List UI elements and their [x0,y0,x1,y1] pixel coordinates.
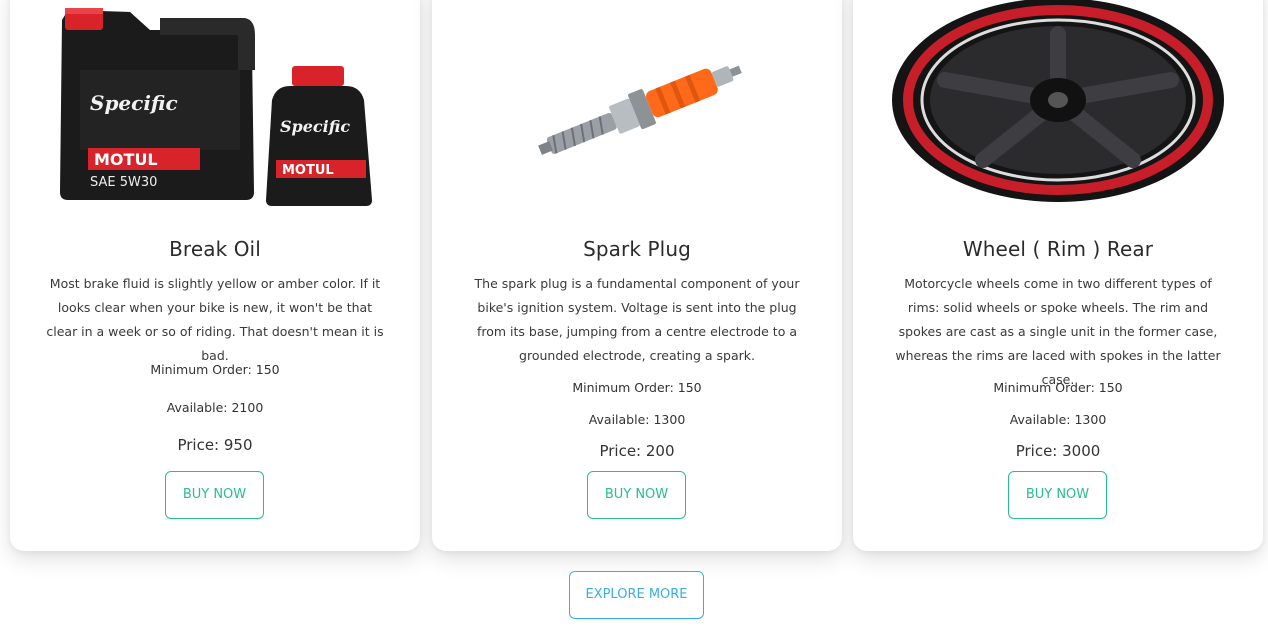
product-price: Price: 200 [599,442,675,460]
product-image: Specific MOTUL SAE 5W30 Specific MOTUL [10,0,420,210]
product-title: Break Oil [169,237,261,261]
product-price: Price: 3000 [1015,442,1101,460]
available-quantity: Available: 1300 [1009,412,1107,427]
svg-text:Specific: Specific [280,117,350,136]
svg-text:Specific: Specific [90,91,178,115]
minimum-order: Minimum Order: 150 [150,362,280,377]
product-price: Price: 950 [177,436,253,454]
minimum-order: Minimum Order: 150 [572,380,702,395]
buy-now-button[interactable]: BUY NOW [587,471,686,519]
product-card: Specific MOTUL SAE 5W30 Specific MOTUL B… [10,0,420,551]
explore-more-button[interactable]: EXPLORE MORE [569,571,704,619]
available-quantity: Available: 1300 [588,412,686,427]
spark-plug-image [538,65,742,155]
product-description: Motorcycle wheels come in two different … [895,276,1221,387]
available-quantity: Available: 2100 [166,400,264,415]
svg-text:SAE 5W30: SAE 5W30 [90,175,157,190]
product-title: Wheel ( Rim ) Rear [962,237,1154,261]
motorcycle-wheel-image [892,0,1224,202]
svg-text:MOTUL: MOTUL [94,150,158,169]
minimum-order: Minimum Order: 150 [993,380,1123,395]
product-image [853,0,1263,210]
product-image [432,0,842,210]
product-description: The spark plug is a fundamental componen… [474,276,800,363]
product-description: Most brake fluid is slightly yellow or a… [46,276,384,363]
product-card: Spark Plug The spark plug is a fundament… [432,0,842,551]
buy-now-button[interactable]: BUY NOW [165,471,264,519]
svg-text:MOTUL: MOTUL [282,163,334,178]
product-title: Spark Plug [583,237,691,261]
product-card: Wheel ( Rim ) Rear Motorcycle wheels com… [853,0,1263,551]
buy-now-button[interactable]: BUY NOW [1008,471,1107,519]
motor-oil-bottles-image: Specific MOTUL SAE 5W30 Specific MOTUL [60,8,372,206]
